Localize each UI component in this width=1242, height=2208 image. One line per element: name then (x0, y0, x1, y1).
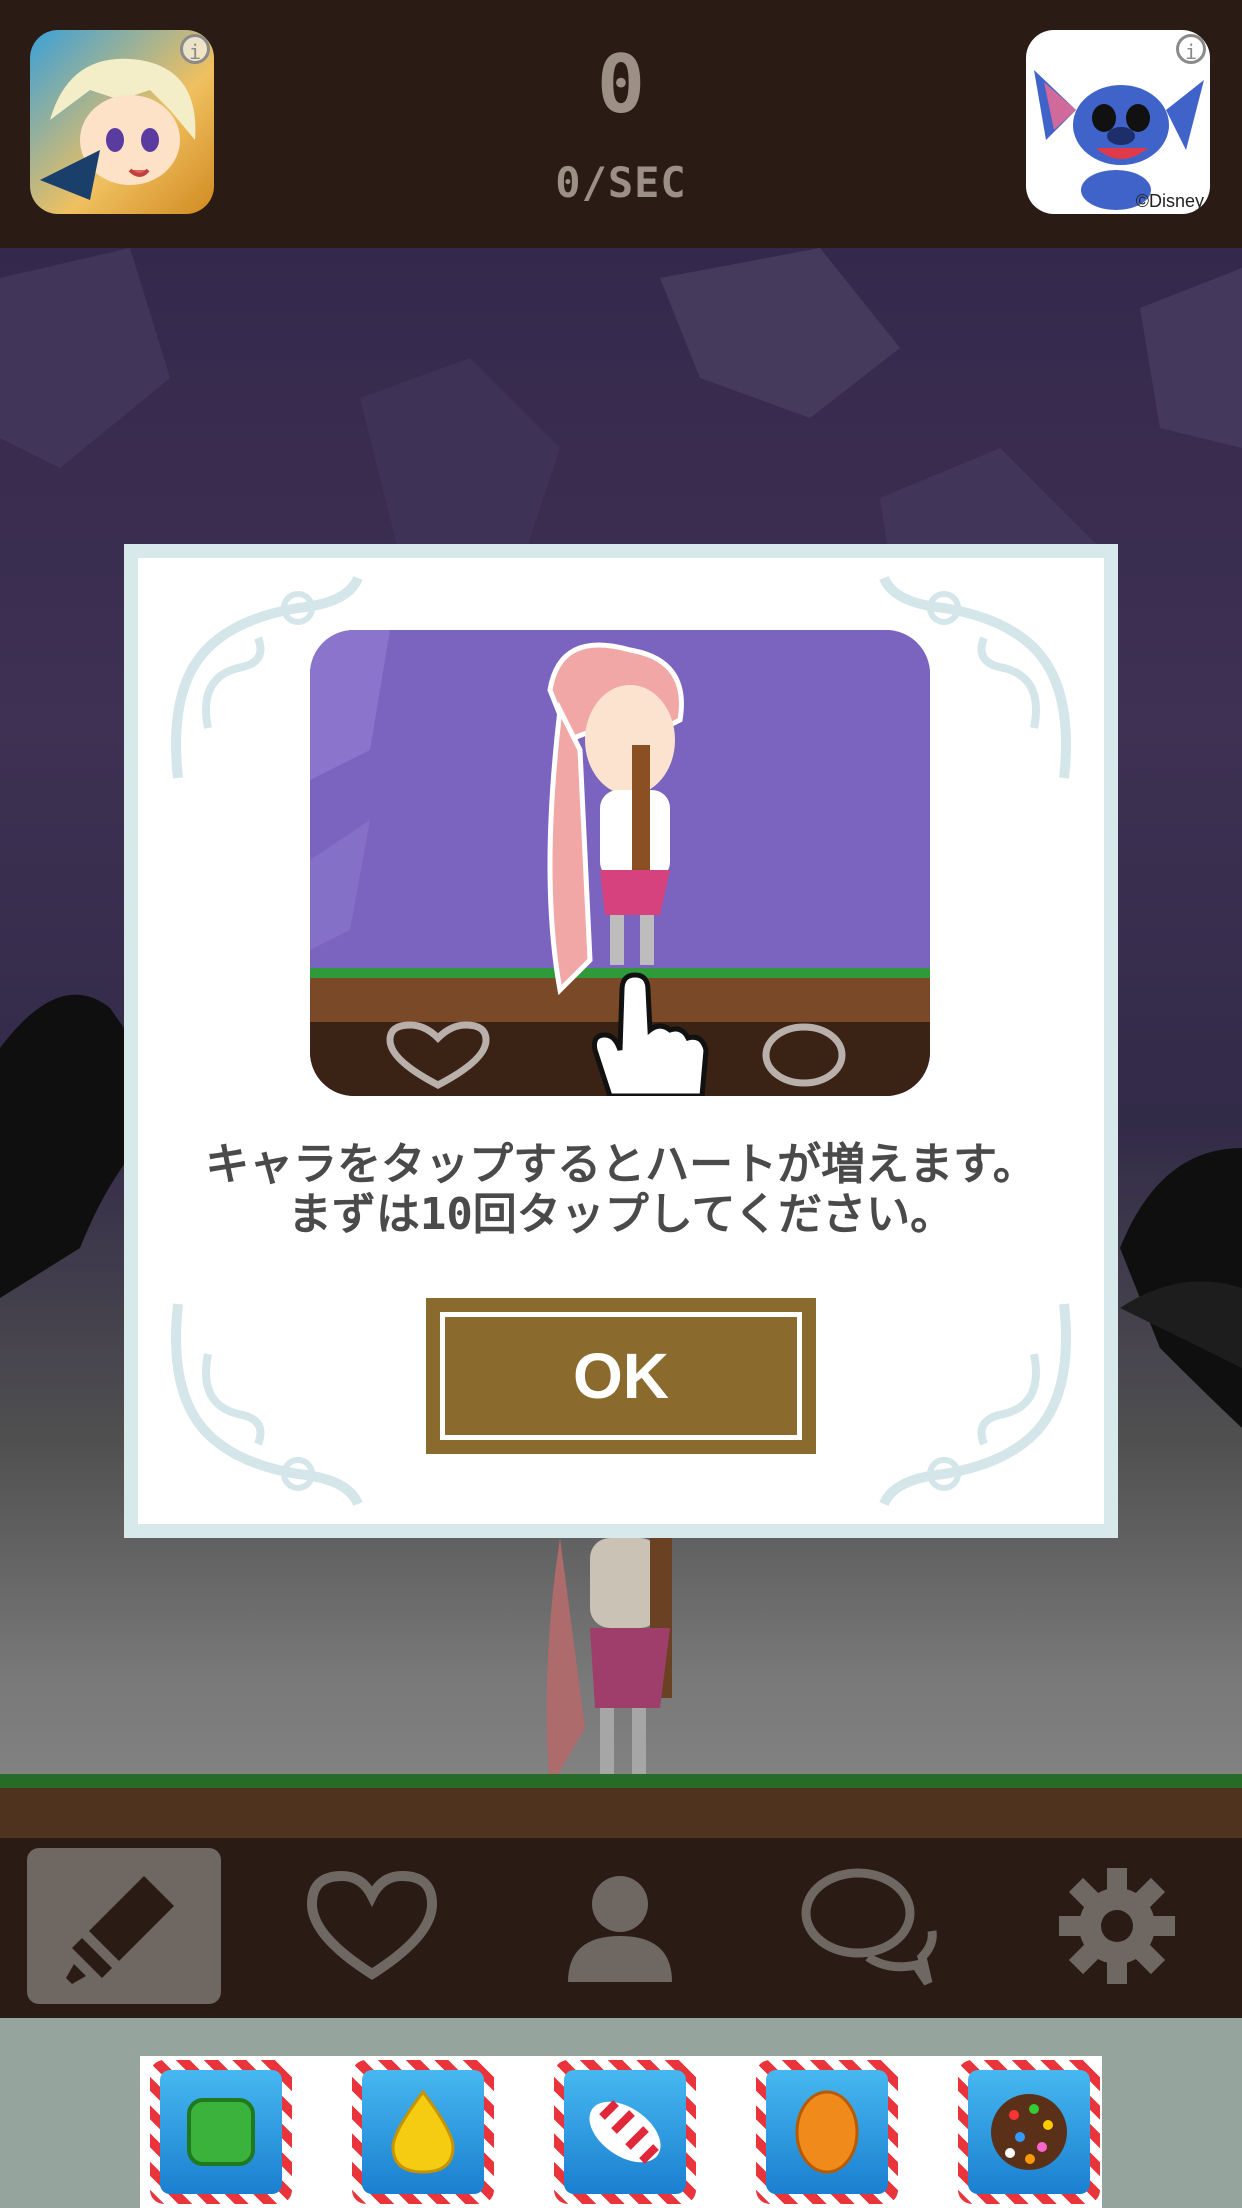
heart-score: 0 (596, 38, 646, 131)
heart-icon (306, 1870, 438, 1980)
yellow-drop-candy-icon (391, 2089, 455, 2174)
chat-icon (801, 1868, 937, 1986)
ornament-icon (879, 1303, 1071, 1507)
bottom-nav (0, 1838, 1242, 2018)
green-candy-icon (187, 2098, 255, 2166)
candy-ad-banner[interactable] (140, 2056, 1102, 2208)
info-icon[interactable]: i (180, 34, 210, 64)
ornament-icon (171, 1303, 363, 1507)
ok-button[interactable]: OK (426, 1298, 816, 1454)
score-rate: 0/SEC (555, 158, 687, 207)
nav-battle-button[interactable] (27, 1848, 221, 2004)
striped-candy-icon (589, 2100, 661, 2164)
disney-caption: ©Disney (1135, 191, 1204, 211)
info-icon[interactable]: i (1176, 34, 1206, 64)
tutorial-illustration (310, 630, 930, 1096)
left-app-ad-icon[interactable]: i (30, 30, 214, 214)
person-icon (568, 1876, 672, 1982)
candy-tile[interactable] (958, 2060, 1100, 2204)
nav-heart-button[interactable] (275, 1848, 469, 2004)
top-bar: i 0 0/SEC i ©Disney (0, 0, 1242, 248)
message-line-1: キャラをタップするとハートが増えます。 (205, 1139, 1037, 1190)
nav-chat-button[interactable] (771, 1848, 965, 2004)
candy-tile[interactable] (352, 2060, 494, 2204)
tutorial-message: キャラをタップするとハートが増えます。 まずは10回タップしてください。 (150, 1140, 1092, 1240)
ok-button-label: OK (573, 1340, 669, 1412)
nav-character-button[interactable] (523, 1848, 717, 2004)
message-line-2: まずは10回タップしてください。 (287, 1189, 955, 1240)
orange-candy-icon (795, 2090, 859, 2174)
tutorial-image (310, 630, 930, 1096)
right-app-ad-icon[interactable]: i ©Disney (1026, 30, 1210, 214)
candy-tile[interactable] (554, 2060, 696, 2204)
candy-tile[interactable] (756, 2060, 898, 2204)
candy-tile[interactable] (150, 2060, 292, 2204)
color-bomb-candy-icon (991, 2094, 1067, 2170)
nav-settings-button[interactable] (1020, 1848, 1214, 2004)
gear-icon (1059, 1868, 1175, 1984)
sword-icon (66, 1876, 174, 1984)
